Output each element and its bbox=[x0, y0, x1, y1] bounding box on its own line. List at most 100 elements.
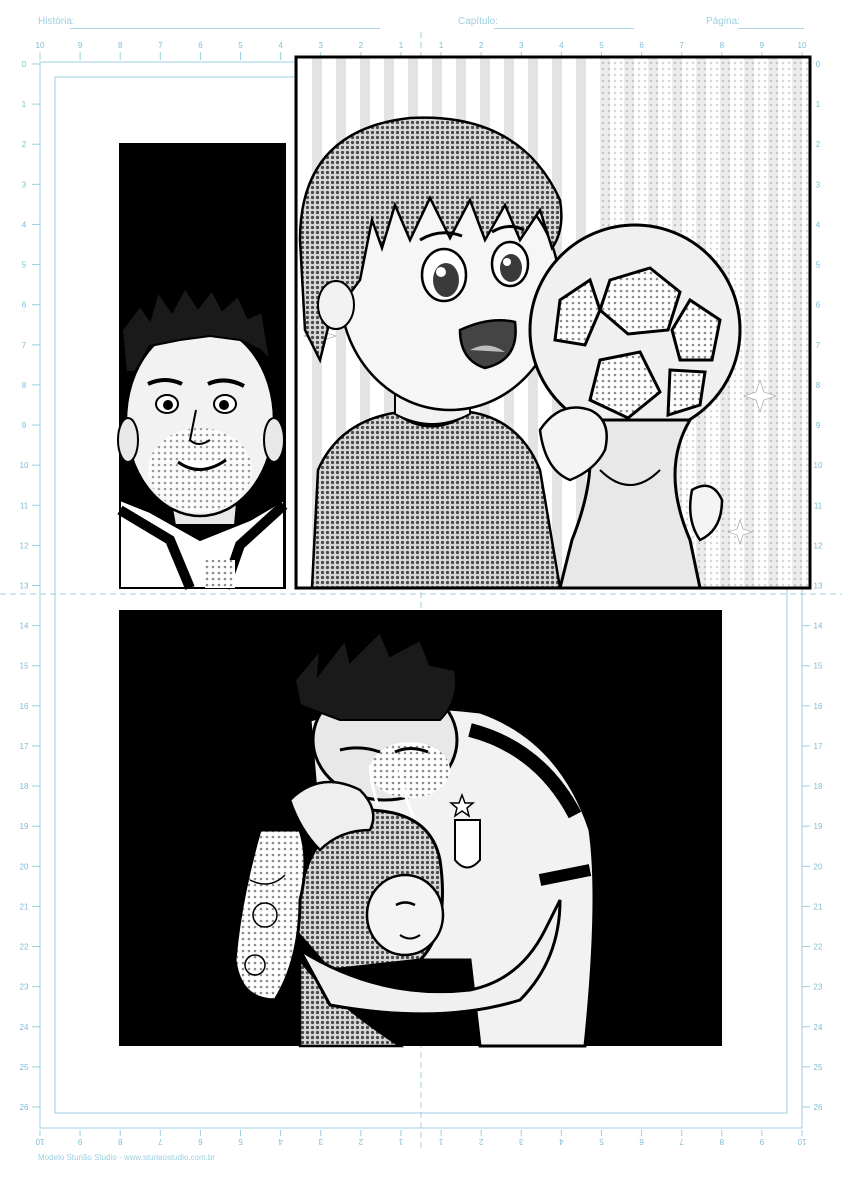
ruler-right-tick: 23 bbox=[814, 983, 823, 992]
ruler-right-tick: 12 bbox=[814, 541, 823, 550]
panel-boy-with-trophy bbox=[294, 55, 812, 590]
ruler-left-tick: 22 bbox=[20, 943, 29, 952]
ruler-right-tick: 19 bbox=[814, 822, 823, 831]
ruler-bottom-tick: 10 bbox=[797, 1137, 806, 1146]
ruler-right-tick: 7 bbox=[816, 341, 821, 350]
ruler-bottom-tick: 7 bbox=[679, 1137, 684, 1146]
ruler-left-tick: 11 bbox=[20, 501, 29, 510]
ruler-left-tick: 20 bbox=[20, 862, 29, 871]
panel-man-smiling bbox=[117, 143, 288, 590]
ruler-right-tick: 6 bbox=[816, 301, 821, 310]
ruler-left-tick: 13 bbox=[20, 582, 29, 591]
ruler-left-tick: 17 bbox=[20, 742, 29, 751]
ruler-top-tick: 9 bbox=[760, 41, 765, 50]
ruler-bottom-tick: 2 bbox=[478, 1137, 483, 1146]
ruler-top-tick: 6 bbox=[198, 41, 203, 50]
ruler-left-tick: 15 bbox=[20, 662, 29, 671]
ruler-top-tick: 1 bbox=[439, 41, 444, 50]
ruler-left-tick: 12 bbox=[20, 541, 29, 550]
comic-page-art: 10 9 8 7 6 5 4 3 2 1 1 2 3 4 5 6 7 8 9 10 10 9 8 7 6 5 4 3 2 1 1 2 3 4 5 6… bbox=[0, 32, 842, 1150]
ruler-left-tick: 3 bbox=[22, 180, 27, 189]
ruler-left-tick: 24 bbox=[20, 1023, 29, 1032]
ruler-right-tick: 24 bbox=[814, 1023, 823, 1032]
ruler-left-tick: 18 bbox=[20, 782, 29, 791]
ruler-right-tick: 2 bbox=[816, 140, 821, 149]
ruler-top-tick: 5 bbox=[238, 41, 243, 50]
ruler-right-tick: 8 bbox=[816, 381, 821, 390]
ruler-right-tick: 16 bbox=[814, 702, 823, 711]
ruler-left-tick: 21 bbox=[20, 902, 29, 911]
ruler-right-tick: 15 bbox=[814, 662, 823, 671]
ruler-left-tick: 19 bbox=[20, 822, 29, 831]
ruler-left-tick: 5 bbox=[22, 261, 27, 270]
ruler-left-tick: 26 bbox=[20, 1103, 29, 1112]
ruler-right-tick: 3 bbox=[816, 180, 821, 189]
ruler-right-tick: 26 bbox=[814, 1103, 823, 1112]
ruler-bottom-tick: 6 bbox=[198, 1137, 203, 1146]
ruler-left-tick: 14 bbox=[20, 622, 29, 631]
ruler-top-tick: 9 bbox=[78, 41, 83, 50]
ruler-right-tick: 20 bbox=[814, 862, 823, 871]
ruler-bottom-tick: 3 bbox=[518, 1137, 523, 1146]
ruler-top-tick: 3 bbox=[319, 41, 324, 50]
ruler-bottom-tick: 9 bbox=[77, 1137, 82, 1146]
ruler-top-tick: 3 bbox=[519, 41, 524, 50]
ruler-bottom-tick: 2 bbox=[358, 1137, 363, 1146]
ruler-right-tick: 1 bbox=[816, 100, 821, 109]
ruler-top-tick: 10 bbox=[798, 41, 807, 50]
ruler-top-tick: 4 bbox=[278, 41, 283, 50]
ruler-bottom-tick: 5 bbox=[599, 1137, 604, 1146]
ruler-top-tick: 2 bbox=[479, 41, 484, 50]
ruler-left-tick: 23 bbox=[20, 983, 29, 992]
ruler-bottom-tick: 8 bbox=[117, 1137, 122, 1146]
ruler-top-tick: 2 bbox=[359, 41, 364, 50]
ruler-left-tick: 0 bbox=[22, 60, 27, 69]
ruler-right-tick: 14 bbox=[814, 622, 823, 631]
ruler-right-tick: 25 bbox=[814, 1063, 823, 1072]
ruler-bottom-tick: 6 bbox=[639, 1137, 644, 1146]
ruler-right-tick: 4 bbox=[816, 220, 821, 229]
ruler-right-tick: 13 bbox=[814, 582, 823, 591]
ruler-top-tick: 6 bbox=[639, 41, 644, 50]
ruler-bottom-tick: 8 bbox=[719, 1137, 724, 1146]
ruler-bottom-tick: 4 bbox=[559, 1137, 564, 1146]
ruler-top-tick: 1 bbox=[399, 41, 404, 50]
ruler-bottom-tick: 10 bbox=[35, 1137, 44, 1146]
ruler-right-tick: 10 bbox=[814, 461, 823, 470]
ruler-left-tick: 4 bbox=[22, 220, 27, 229]
ruler-left: 0123456789101112131415161718192021222324… bbox=[20, 60, 40, 1112]
ruler-right-tick: 0 bbox=[816, 60, 821, 69]
ruler-left-tick: 1 bbox=[22, 100, 27, 109]
ruler-bottom-tick: 5 bbox=[238, 1137, 243, 1146]
ruler-top-tick: 8 bbox=[720, 41, 725, 50]
ruler-left-tick: 10 bbox=[20, 461, 29, 470]
ruler-top-tick: 10 bbox=[36, 41, 45, 50]
ruler-left-tick: 6 bbox=[22, 301, 27, 310]
ruler-right-tick: 18 bbox=[814, 782, 823, 791]
panel-embrace bbox=[119, 610, 722, 1048]
ruler-left-tick: 9 bbox=[22, 421, 27, 430]
ruler-top-tick: 5 bbox=[599, 41, 604, 50]
footer-credit: Modelo Sturião Studio - www.sturiaostudi… bbox=[38, 1153, 215, 1162]
ruler-right-tick: 9 bbox=[816, 421, 821, 430]
ruler-right-tick: 22 bbox=[814, 943, 823, 952]
ruler-top-tick: 4 bbox=[559, 41, 564, 50]
ruler-right-tick: 11 bbox=[814, 501, 823, 510]
ruler-left-tick: 2 bbox=[22, 140, 27, 149]
ruler-left-tick: 16 bbox=[20, 702, 29, 711]
ruler-bottom-tick: 9 bbox=[759, 1137, 764, 1146]
ruler-bottom-tick: 3 bbox=[318, 1137, 323, 1146]
ruler-left-tick: 25 bbox=[20, 1063, 29, 1072]
ruler-top-tick: 8 bbox=[118, 41, 123, 50]
ruler-top-tick: 7 bbox=[679, 41, 684, 50]
ruler-right-tick: 17 bbox=[814, 742, 823, 751]
ruler-left-tick: 8 bbox=[22, 381, 27, 390]
ruler-left-tick: 7 bbox=[22, 341, 27, 350]
ruler-right-tick: 5 bbox=[816, 261, 821, 270]
ruler-bottom-tick: 7 bbox=[158, 1137, 163, 1146]
ruler-bottom-tick: 1 bbox=[398, 1137, 403, 1146]
ruler-right-tick: 21 bbox=[814, 902, 823, 911]
ruler-bottom-tick: 1 bbox=[438, 1137, 443, 1146]
ruler-top-tick: 7 bbox=[158, 41, 163, 50]
ruler-bottom-tick: 4 bbox=[278, 1137, 283, 1146]
